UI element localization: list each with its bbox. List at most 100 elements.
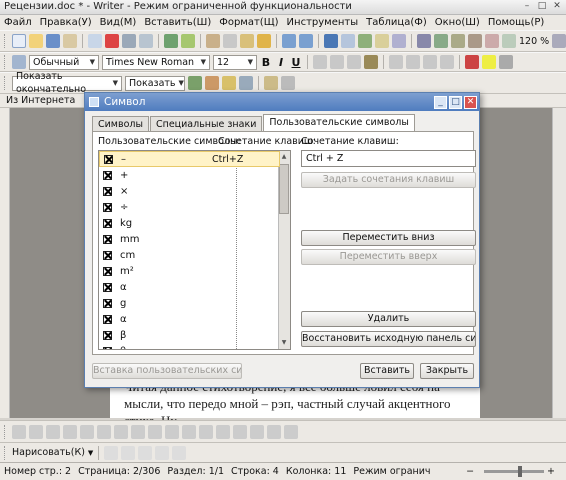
tab-custom-symbols[interactable]: Пользовательские символы — [263, 114, 415, 131]
print-icon[interactable] — [122, 34, 136, 48]
checkbox-icon[interactable] — [103, 186, 112, 196]
redo-icon[interactable] — [299, 34, 313, 48]
symbol-button[interactable] — [267, 424, 281, 439]
protect-changes-icon[interactable] — [281, 76, 295, 90]
shortcut-field[interactable]: Ctrl + Z — [301, 150, 476, 167]
move-down-button[interactable]: Переместить вниз — [301, 230, 476, 246]
symbol-button[interactable] — [284, 424, 298, 439]
show-select[interactable]: Показать ▼ — [125, 75, 185, 91]
scroll-thumb[interactable] — [279, 164, 289, 214]
draw-functions-icon[interactable] — [392, 34, 406, 48]
symbol-button[interactable] — [182, 424, 196, 439]
edit-file-icon[interactable] — [88, 34, 102, 48]
checkbox-icon[interactable] — [104, 154, 113, 164]
insert-comment-icon[interactable] — [222, 76, 236, 90]
list-item[interactable]: α — [99, 279, 280, 295]
vertical-scrollbar[interactable] — [552, 108, 566, 418]
hyperlink-icon[interactable] — [324, 34, 338, 48]
list-item[interactable]: g — [99, 295, 280, 311]
symbol-button[interactable] — [29, 424, 43, 439]
list-item[interactable]: β — [99, 327, 280, 343]
list-item[interactable]: α — [99, 311, 280, 327]
symbol-button[interactable] — [114, 424, 128, 439]
background-color-icon[interactable] — [499, 55, 513, 69]
list-item[interactable]: θ — [99, 343, 280, 349]
custom-symbols-list[interactable]: ▲ ▼ –Ctrl+Z+×÷kgmmcmm²αgαβθ — [98, 150, 291, 350]
open-folder-icon[interactable] — [29, 34, 43, 48]
checkbox-icon[interactable] — [103, 234, 112, 244]
symbol-button[interactable] — [165, 424, 179, 439]
reject-change-icon[interactable] — [205, 76, 219, 90]
list-item[interactable]: × — [99, 183, 280, 199]
menu-insert[interactable]: Вставить(Ш) — [144, 17, 211, 28]
zoom-value[interactable]: 120 % — [519, 36, 549, 47]
symbol-button[interactable] — [46, 424, 60, 439]
symbol-button[interactable] — [12, 424, 26, 439]
table-icon[interactable] — [341, 34, 355, 48]
chart-icon[interactable] — [375, 34, 389, 48]
close-button[interactable]: Закрыть — [420, 363, 474, 379]
insert-custom-symbols-button[interactable]: Вставка пользовательских символов — [92, 363, 242, 379]
clone-format-icon[interactable] — [257, 34, 271, 48]
list-item[interactable]: – Ctrl+Z — [99, 151, 280, 167]
zoom-in-icon[interactable]: + — [547, 466, 555, 477]
assign-shortcut-button[interactable]: Задать сочетания клавиш — [301, 172, 476, 188]
symbol-button[interactable] — [148, 424, 162, 439]
checkbox-icon[interactable] — [103, 298, 112, 308]
align-left-icon[interactable] — [313, 55, 327, 69]
cut-icon[interactable] — [206, 34, 220, 48]
menu-view[interactable]: Вид(М) — [100, 17, 137, 28]
dialog-minimize-icon[interactable]: _ — [434, 95, 447, 109]
symbol-button[interactable] — [250, 424, 264, 439]
list-item[interactable]: + — [99, 167, 280, 183]
formatting-marks-icon[interactable] — [485, 34, 499, 48]
menu-help[interactable]: Помощь(Р) — [488, 17, 544, 28]
text-box-icon[interactable] — [172, 445, 187, 460]
symbol-button[interactable] — [80, 424, 94, 439]
show-final-select[interactable]: Показать окончательно ▼ — [12, 71, 122, 95]
list-item[interactable]: cm — [99, 247, 280, 263]
scroll-down-icon[interactable]: ▼ — [279, 338, 289, 348]
checkbox-icon[interactable] — [103, 170, 112, 180]
datasources-icon[interactable] — [468, 34, 482, 48]
close-icon[interactable]: ✕ — [551, 1, 563, 12]
tab-special-chars[interactable]: Специальные знаки — [149, 116, 263, 131]
gallery-icon[interactable] — [451, 34, 465, 48]
undo-icon[interactable] — [282, 34, 296, 48]
checkbox-icon[interactable] — [103, 202, 112, 212]
align-right-icon[interactable] — [347, 55, 361, 69]
zoom-out-icon[interactable]: − — [466, 466, 474, 477]
select-arrow-icon[interactable] — [104, 445, 119, 460]
ellipse-icon[interactable] — [155, 445, 170, 460]
align-center-icon[interactable] — [330, 55, 344, 69]
insert-button[interactable]: Вставить — [360, 363, 414, 379]
spellcheck-icon[interactable] — [164, 34, 178, 48]
maximize-icon[interactable]: □ — [536, 1, 548, 12]
zoom-slider[interactable]: − + — [466, 466, 566, 477]
symbol-button[interactable] — [233, 424, 247, 439]
highlight-icon[interactable] — [482, 55, 496, 69]
list-item[interactable]: ÷ — [99, 199, 280, 215]
print-preview-icon[interactable] — [139, 34, 153, 48]
justify-icon[interactable] — [364, 55, 378, 69]
delete-button[interactable]: Удалить — [301, 311, 476, 327]
menu-edit[interactable]: Правка(У) — [40, 17, 92, 28]
symbol-button[interactable] — [63, 424, 77, 439]
copy-icon[interactable] — [223, 34, 237, 48]
dialog-close-icon[interactable]: ✕ — [464, 95, 477, 109]
zoom-thumb[interactable] — [518, 466, 523, 477]
numbering-icon[interactable] — [389, 55, 403, 69]
increase-indent-icon[interactable] — [440, 55, 454, 69]
move-up-button[interactable]: Переместить вверх — [301, 249, 476, 265]
email-icon[interactable] — [63, 34, 77, 48]
minimize-icon[interactable]: – — [521, 1, 533, 12]
zoom-icon[interactable] — [502, 34, 516, 48]
menu-tools[interactable]: Инструменты — [287, 17, 359, 28]
symbol-button[interactable] — [199, 424, 213, 439]
paragraph-style-select[interactable]: Обычный ▼ — [29, 54, 99, 70]
underline-button[interactable]: U — [290, 56, 302, 69]
draw-menu[interactable]: Нарисовать(К) — [12, 447, 85, 458]
scroll-up-icon[interactable]: ▲ — [279, 152, 289, 162]
restore-symbols-button[interactable]: Восстановить исходную панель символов — [301, 331, 476, 347]
new-document-icon[interactable] — [12, 34, 26, 48]
